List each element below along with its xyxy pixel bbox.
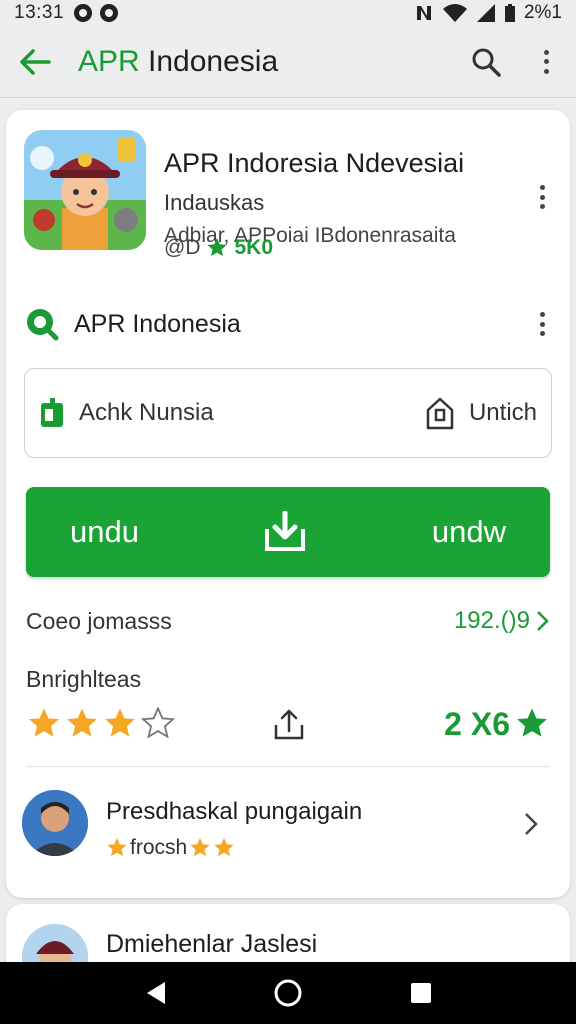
star-icon [67,708,97,737]
battery-level: 2%1 [523,2,562,23]
option-left-label: Achk Nunsia [79,399,214,426]
page-title-text: Indonesia [148,44,279,78]
app-name: APR Indoresia Ndevesiai [164,148,465,178]
nav-recents-icon[interactable] [409,981,433,1005]
notification-icon [100,4,119,22]
info-label: Coeo jomasss [26,607,172,634]
option-right-label: Untich [468,399,537,426]
nfc-icon [416,6,431,20]
wifi-icon [442,4,467,22]
avatar [22,790,88,856]
app-detail-card: APR Indoresia Ndevesiai Indauskas Adbiar… [6,110,570,898]
download-left-label: undu [70,514,139,549]
star-icon [207,237,228,257]
chevron-right-icon [525,813,538,835]
signal-icon [476,4,495,22]
app-bar: APR Indonesia [0,26,576,98]
search-icon [27,309,59,341]
info-value-text: 192.()9 [453,607,530,634]
app-rating: @D 5K0 [164,236,273,260]
option-right[interactable]: Untich [425,396,537,430]
review-meta-text: frocsh [130,836,188,859]
app-header: APR Indoresia Ndevesiai Indauskas Adbiar… [24,130,552,250]
battery-icon [504,4,515,22]
share-icon[interactable] [272,707,306,741]
review-title: Dmiehenlar Jaslesi [106,930,318,958]
chevron-right-icon [537,611,549,631]
star-outline-icon [140,707,176,739]
review-title: Presdhaskal pungaigain [106,798,363,825]
option-left[interactable]: Achk Nunsia [39,397,214,429]
system-nav-bar [0,962,576,1024]
download-right-label: undw [431,514,506,549]
star-icon [105,708,135,737]
rating-prefix: @D [164,236,201,259]
status-time: 13:31 [14,2,65,23]
divider [26,766,550,767]
star-icon [214,837,234,857]
home-icon [426,397,454,430]
star-icon [190,837,210,857]
nav-home-icon[interactable] [273,978,303,1008]
options-box: Achk Nunsia Untich [24,368,552,458]
notification-icon [74,4,93,22]
rating-count: 2 X6 [444,706,550,743]
star-icon [107,837,127,857]
search-button[interactable] [456,32,516,92]
more-vert-icon[interactable] [532,182,552,212]
nav-back-icon[interactable] [143,980,167,1006]
star-icon [29,708,59,737]
status-bar: 13:31 2%1 [0,0,576,26]
rating-row: 2 X6 [26,704,550,744]
status-indicators: 2%1 [414,2,562,24]
search-icon [472,48,501,77]
more-vert-icon [536,47,556,77]
review-meta: frocsh [106,836,235,860]
page-title: APR Indonesia [78,45,456,79]
app-subtitle: Indauskas [164,190,265,215]
section-title: APR Indonesia [74,309,241,338]
more-options-button[interactable] [516,32,576,92]
rating-section-title: Bnrighlteas [26,666,142,692]
download-button[interactable]: undu undw [26,487,550,577]
rating-count-text: 2 X6 [444,705,510,742]
page-title-accent: APR [78,44,140,78]
back-arrow-icon [20,48,51,75]
rating-value: 5K0 [234,236,274,259]
review-item[interactable]: Presdhaskal pungaigain frocsh [22,790,554,870]
more-vert-icon[interactable] [532,309,552,339]
info-row[interactable]: Coeo jomasss 192.()9 [26,604,550,638]
phone-icon [41,398,63,427]
app-icon[interactable] [24,130,146,250]
download-icon [265,511,306,551]
info-value: 192.()9 [454,607,550,635]
section-header: APR Indonesia [24,302,552,346]
star-icon [517,708,547,737]
rating-stars[interactable] [26,707,176,741]
back-button[interactable] [0,26,70,98]
